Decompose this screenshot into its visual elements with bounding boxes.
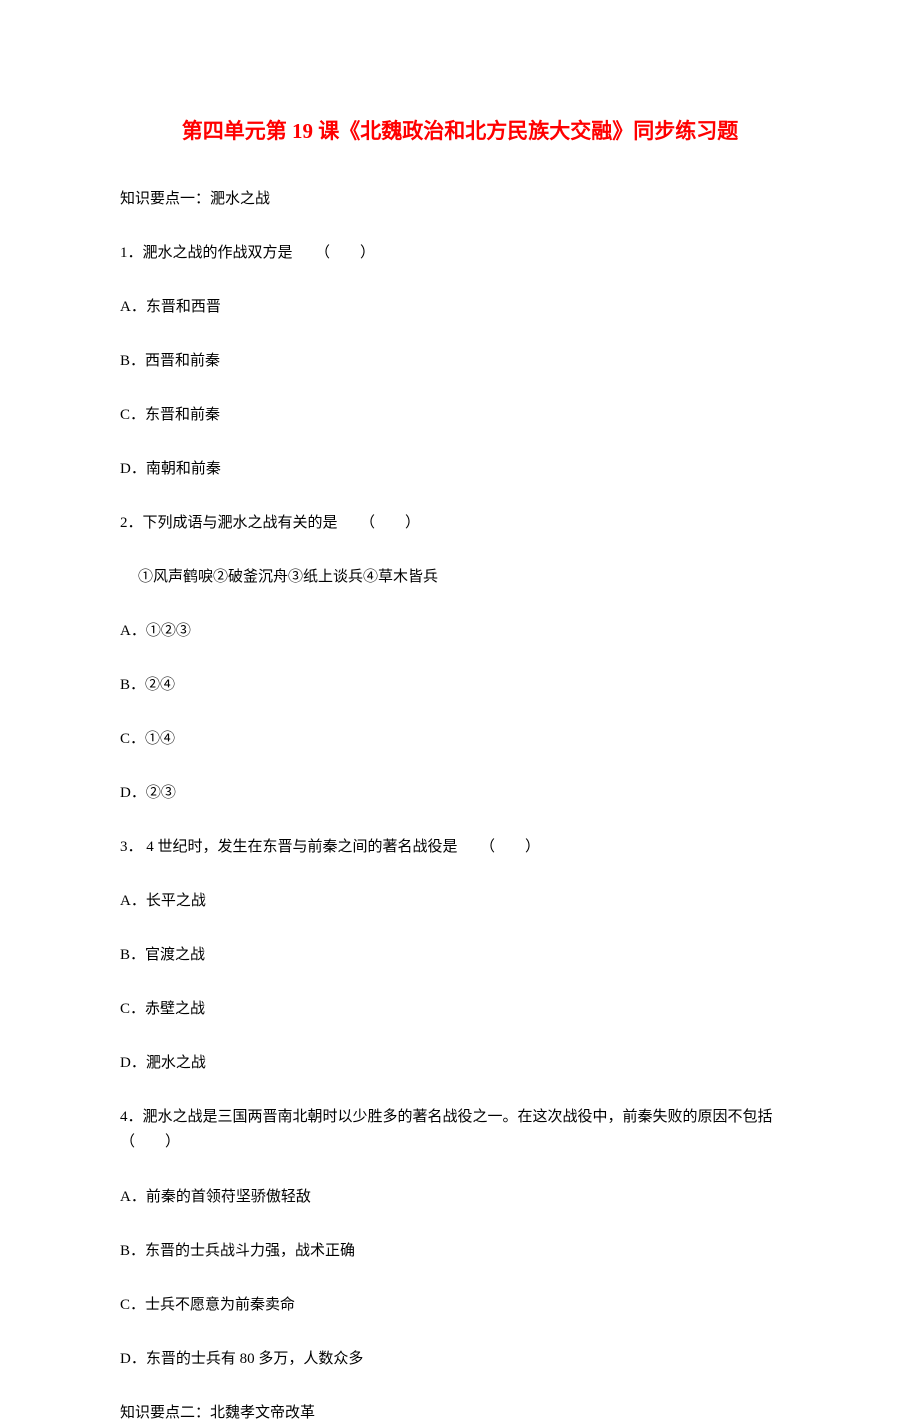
section-header-1: 知识要点一：淝水之战 — [120, 187, 800, 211]
question-4-option-d: D．东晋的士兵有 80 多万，人数众多 — [120, 1347, 800, 1371]
question-3-option-b: B．官渡之战 — [120, 943, 800, 967]
question-4-option-b: B．东晋的士兵战斗力强，战术正确 — [120, 1239, 800, 1263]
question-2-option-c: C．①④ — [120, 727, 800, 751]
question-2-option-a: A．①②③ — [120, 619, 800, 643]
question-2-sub: ①风声鹤唳②破釜沉舟③纸上谈兵④草木皆兵 — [120, 565, 800, 589]
question-3-text: 3． 4 世纪时，发生在东晋与前秦之间的著名战役是 （ ） — [120, 835, 800, 859]
question-3-option-c: C．赤壁之战 — [120, 997, 800, 1021]
question-1-option-b: B．西晋和前秦 — [120, 349, 800, 373]
question-1-option-c: C．东晋和前秦 — [120, 403, 800, 427]
question-1-option-a: A．东晋和西晋 — [120, 295, 800, 319]
question-4-text: 4．淝水之战是三国两晋南北朝时以少胜多的著名战役之一。在这次战役中，前秦失败的原… — [120, 1105, 800, 1155]
document-title: 第四单元第 19 课《北魏政治和北方民族大交融》同步练习题 — [120, 115, 800, 145]
section-header-2: 知识要点二：北魏孝文帝改革 — [120, 1401, 800, 1425]
question-4-option-a: A．前秦的首领苻坚骄傲轻敌 — [120, 1185, 800, 1209]
question-3-option-d: D．淝水之战 — [120, 1051, 800, 1075]
question-4-option-c: C．士兵不愿意为前秦卖命 — [120, 1293, 800, 1317]
question-3-option-a: A．长平之战 — [120, 889, 800, 913]
question-2-option-b: B．②④ — [120, 673, 800, 697]
question-1-text: 1．淝水之战的作战双方是 （ ） — [120, 241, 800, 265]
question-2-option-d: D．②③ — [120, 781, 800, 805]
question-2-text: 2．下列成语与淝水之战有关的是 （ ） — [120, 511, 800, 535]
question-1-option-d: D．南朝和前秦 — [120, 457, 800, 481]
